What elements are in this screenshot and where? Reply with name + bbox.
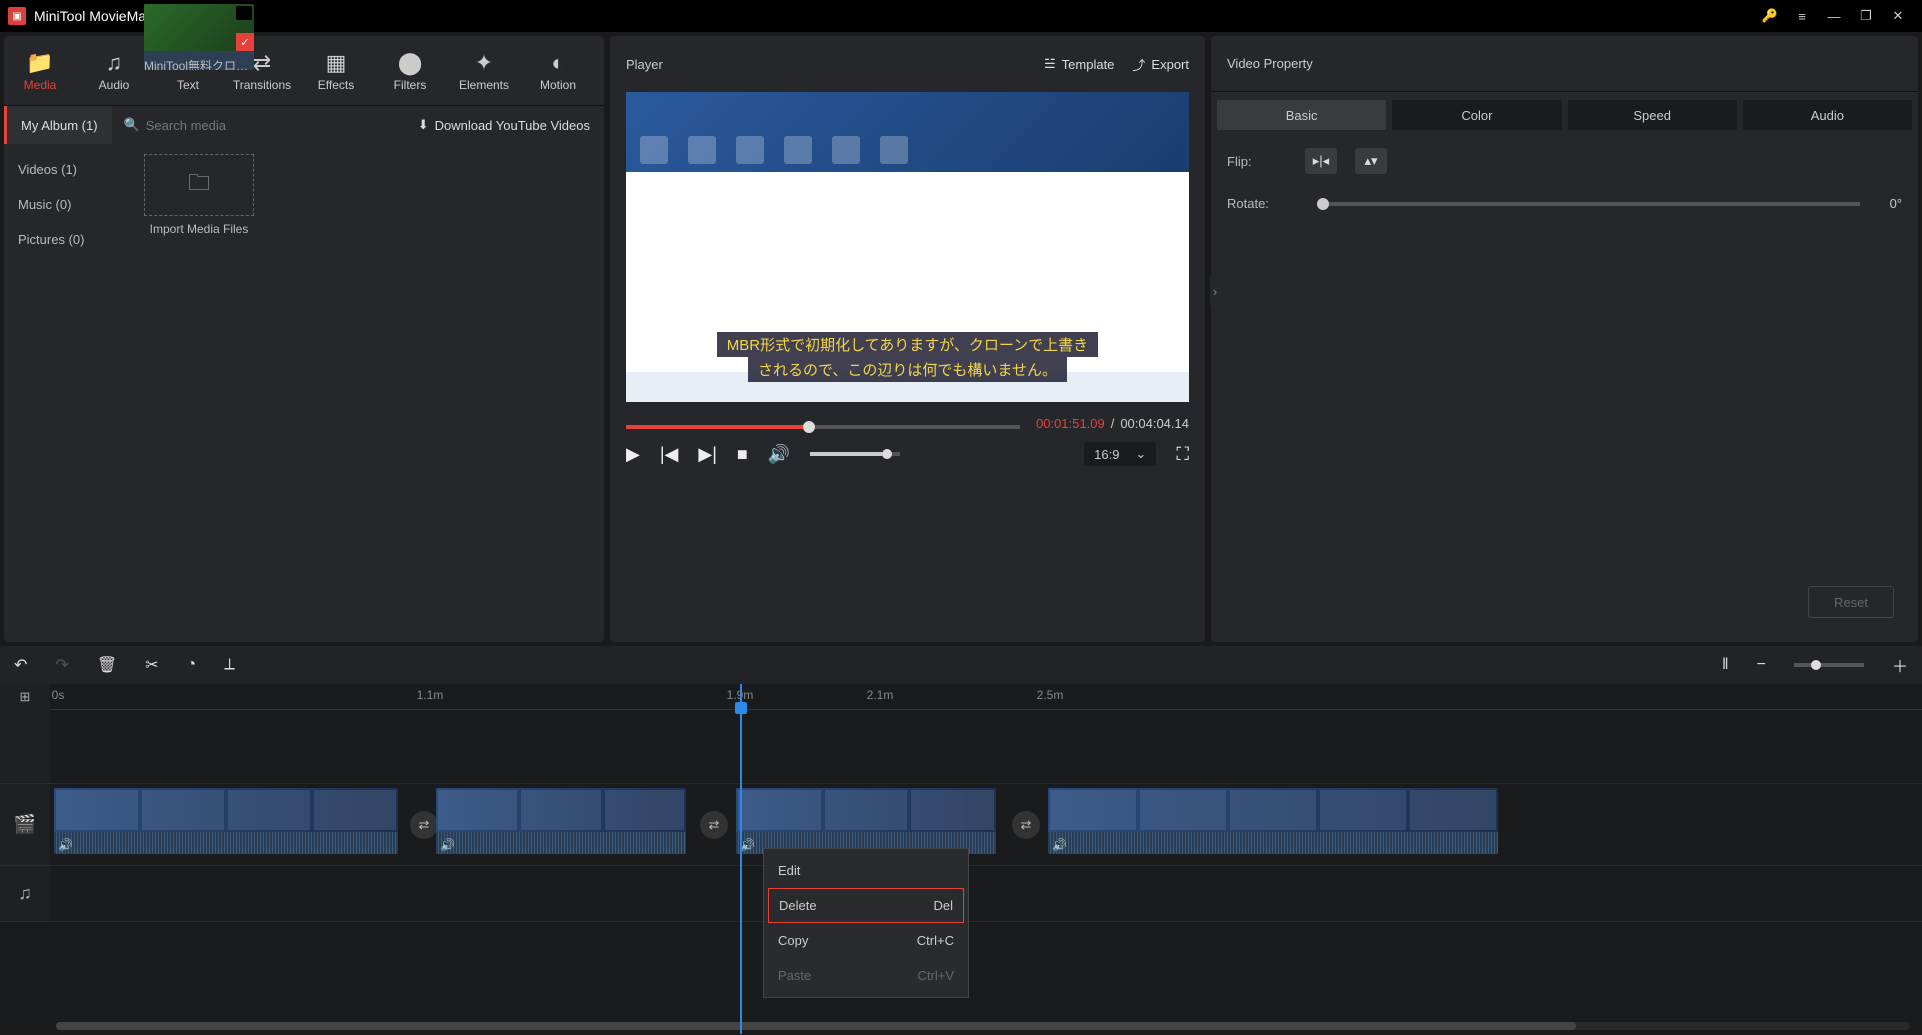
volume-icon[interactable]: 🔊 — [768, 444, 790, 465]
ctx-paste: PasteCtrl+V — [764, 958, 968, 993]
prop-tab-color[interactable]: Color — [1392, 100, 1561, 130]
prop-tab-speed[interactable]: Speed — [1568, 100, 1737, 130]
tab-filters[interactable]: ⬤Filters — [380, 36, 440, 105]
search-icon: 🔍 — [124, 117, 140, 133]
tab-effects[interactable]: ▦Effects — [306, 36, 366, 105]
download-youtube-button[interactable]: ⬇ Download YouTube Videos — [418, 117, 604, 133]
volume-slider[interactable] — [810, 452, 900, 456]
scrub-bar[interactable] — [626, 420, 1020, 434]
split-button[interactable]: ✂ — [145, 655, 158, 675]
template-button[interactable]: ☱Template — [1044, 56, 1114, 72]
import-media-card[interactable]: 🗀 Import Media Files — [144, 154, 254, 236]
tab-elements[interactable]: ✦Elements — [454, 36, 514, 105]
album-tab[interactable]: My Album (1) — [4, 106, 112, 144]
add-track-button[interactable]: ⊞ — [0, 684, 50, 710]
redo-button[interactable]: ↷ — [55, 655, 68, 675]
clip-volume-icon[interactable]: 🔊 — [1052, 838, 1067, 852]
timeline-clip-2[interactable]: 🔊 — [436, 788, 686, 854]
audio-track-icon: ♫ — [0, 866, 50, 921]
clip-volume-icon[interactable]: 🔊 — [58, 838, 73, 852]
clip-volume-icon[interactable]: 🔊 — [740, 838, 755, 852]
transition-button-2[interactable]: ⇄ — [700, 811, 728, 839]
prop-tab-basic[interactable]: Basic — [1217, 100, 1386, 130]
speed-button-icon[interactable]: ◔ — [187, 656, 197, 674]
timeline-toolbar: ↶ ↷ 🗑 ✂ ◔ ⟂ ‖ − ＋ — [0, 646, 1922, 684]
tab-audio[interactable]: ♫Audio — [84, 36, 144, 105]
crop-button[interactable]: ⟂ — [224, 656, 235, 674]
video-preview[interactable]: MBR形式で初期化してありますが、クローンで上書き されるので、この辺りは何でも… — [626, 92, 1189, 402]
check-icon: ✓ — [236, 33, 254, 51]
sidebar-music[interactable]: Music (0) — [4, 187, 134, 222]
flip-label: Flip: — [1227, 154, 1287, 169]
zoom-in-button[interactable]: ＋ — [1892, 653, 1908, 677]
reset-button[interactable]: Reset — [1808, 586, 1894, 618]
timeline-scrollbar[interactable] — [56, 1022, 1910, 1030]
search-input[interactable]: 🔍 Search media — [112, 117, 418, 133]
fit-button[interactable]: ‖ — [1722, 656, 1729, 674]
timeline-ruler[interactable]: 0s 1.1m 1.9m 2.1m 2.5m — [50, 684, 1922, 710]
rotate-value: 0° — [1890, 196, 1902, 211]
property-panel: › Video Property Basic Color Speed Audio… — [1211, 36, 1918, 642]
media-panel: 📁Media ♫Audio TᴛText ⇄Transitions ▦Effec… — [4, 36, 604, 642]
video-badge-icon — [236, 6, 252, 20]
video-track-icon: 🎬 — [0, 784, 50, 865]
prop-tab-audio[interactable]: Audio — [1743, 100, 1912, 130]
maximize-button[interactable]: ❐ — [1850, 2, 1882, 30]
chevron-down-icon: ⌄ — [1135, 446, 1146, 462]
prev-frame-button[interactable]: |◀ — [660, 444, 679, 465]
template-icon: ☱ — [1044, 56, 1056, 72]
title-bar: ▣ MiniTool MovieMaker Free 7.3.0 🔑 ≡ — ❐… — [0, 0, 1922, 32]
ctx-copy[interactable]: CopyCtrl+C — [764, 923, 968, 958]
timeline-clip-3[interactable]: 🔊 — [736, 788, 996, 854]
transition-button-1[interactable]: ⇄ — [410, 811, 438, 839]
media-clip-1[interactable]: ✓ MiniTool無料クローン、 — [144, 4, 254, 70]
export-button[interactable]: ⤴Export — [1132, 55, 1189, 74]
sidebar-pictures[interactable]: Pictures (0) — [4, 222, 134, 257]
overlay-track[interactable] — [0, 710, 1922, 784]
key-icon[interactable]: 🔑 — [1754, 2, 1786, 30]
fullscreen-button[interactable]: ⛶ — [1176, 444, 1189, 465]
flip-horizontal-button[interactable]: ▸|◂ — [1305, 148, 1337, 174]
context-menu: Edit DeleteDel CopyCtrl+C PasteCtrl+V — [763, 848, 969, 998]
property-title: Video Property — [1227, 56, 1313, 71]
tab-media[interactable]: 📁Media — [10, 36, 70, 105]
rotate-slider[interactable] — [1317, 202, 1860, 206]
subtitle-overlay: MBR形式で初期化してありますが、クローンで上書き されるので、この辺りは何でも… — [626, 332, 1189, 382]
undo-button[interactable]: ↶ — [14, 655, 27, 675]
export-icon: ⤴ — [1132, 55, 1145, 74]
timeline-clip-4[interactable]: 🔊 — [1048, 788, 1498, 854]
stop-button[interactable]: ■ — [737, 444, 748, 465]
player-title: Player — [626, 57, 1026, 72]
flip-vertical-button[interactable]: ▴▾ — [1355, 148, 1387, 174]
ctx-edit[interactable]: Edit — [764, 853, 968, 888]
main-toolbar: 📁Media ♫Audio TᴛText ⇄Transitions ▦Effec… — [4, 36, 604, 106]
media-sidebar: Videos (1) Music (0) Pictures (0) — [4, 144, 134, 642]
transition-button-3[interactable]: ⇄ — [1012, 811, 1040, 839]
app-logo: ▣ — [8, 7, 26, 25]
aspect-ratio-select[interactable]: 16:9⌄ — [1084, 442, 1156, 466]
download-icon: ⬇ — [418, 117, 429, 133]
close-button[interactable]: ✕ — [1882, 2, 1914, 30]
app-title: MiniTool MovieMaker Free 7.3.0 — [34, 8, 1754, 24]
playhead[interactable] — [740, 684, 742, 1034]
tab-motion[interactable]: ◐Motion — [528, 36, 588, 105]
player-panel: Player ☱Template ⤴Export MBR形式で初期化してあります… — [610, 36, 1205, 642]
rotate-label: Rotate: — [1227, 196, 1287, 211]
panel-collapse-button[interactable]: › — [1210, 276, 1220, 306]
timeline-clip-1[interactable]: 🔊 — [54, 788, 398, 854]
zoom-slider[interactable] — [1794, 663, 1864, 667]
ctx-delete[interactable]: DeleteDel — [768, 888, 964, 923]
folder-icon: 🗀 — [188, 166, 210, 204]
minimize-button[interactable]: — — [1818, 2, 1850, 30]
delete-button[interactable]: 🗑 — [97, 655, 117, 675]
time-display: 00:01:51.09 / 00:04:04.14 — [1036, 416, 1189, 431]
menu-icon[interactable]: ≡ — [1786, 2, 1818, 30]
zoom-out-button[interactable]: − — [1757, 656, 1766, 674]
clip-volume-icon[interactable]: 🔊 — [440, 838, 455, 852]
timeline: ⊞ 0s 1.1m 1.9m 2.1m 2.5m 🎬 🔊 ⇄ 🔊 ⇄ 🔊 — [0, 684, 1922, 1034]
play-button[interactable]: ▶ — [626, 444, 640, 465]
next-frame-button[interactable]: ▶| — [698, 444, 717, 465]
sidebar-videos[interactable]: Videos (1) — [4, 152, 134, 187]
